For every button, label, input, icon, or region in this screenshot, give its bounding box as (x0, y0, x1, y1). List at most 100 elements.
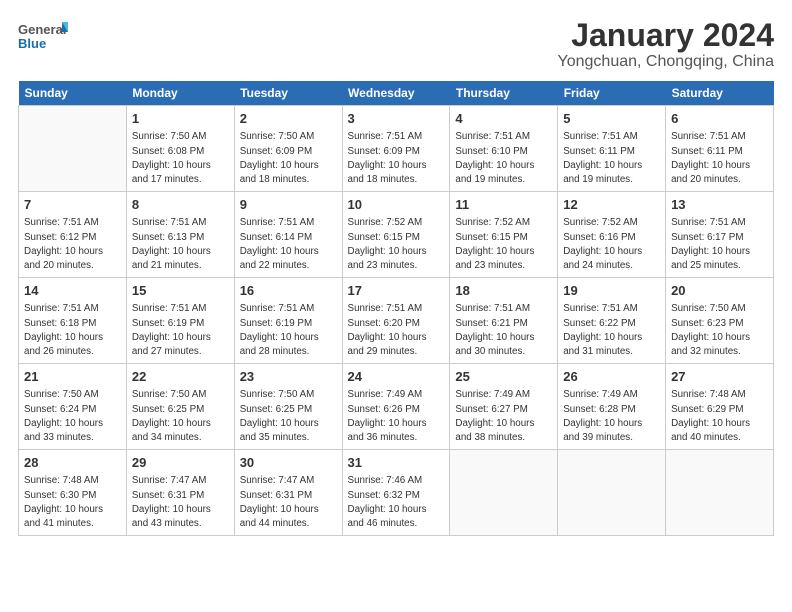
svg-text:General: General (18, 22, 66, 37)
table-row: 15Sunrise: 7:51 AM Sunset: 6:19 PM Dayli… (126, 278, 234, 364)
week-row: 1 Sunrise: 7:50 AM Sunset: 6:08 PM Daylig… (19, 106, 774, 192)
day-info: Sunrise: 7:51 AM Sunset: 6:12 PM Dayligh… (24, 216, 121, 273)
calendar-page: General Blue January 2024 Yongchuan, Cho… (0, 0, 792, 612)
header-row: Sunday Monday Tuesday Wednesday Thursday… (19, 81, 774, 106)
day-number: 24 (348, 368, 445, 386)
day-number: 27 (671, 368, 768, 386)
table-row: 3Sunrise: 7:51 AM Sunset: 6:09 PM Daylig… (342, 106, 450, 192)
day-number: 11 (455, 196, 552, 214)
day-info: Sunrise: 7:50 AM Sunset: 6:24 PM Dayligh… (24, 388, 121, 445)
table-row: 28Sunrise: 7:48 AM Sunset: 6:30 PM Dayli… (19, 450, 127, 536)
day-info: Sunrise: 7:51 AM Sunset: 6:11 PM Dayligh… (563, 130, 660, 187)
table-row: 11Sunrise: 7:52 AM Sunset: 6:15 PM Dayli… (450, 192, 558, 278)
week-row: 14 Sunrise: 7:51 AM Sunset: 6:18 PM Dayli… (19, 278, 774, 364)
day-number: 25 (455, 368, 552, 386)
table-row: 5Sunrise: 7:51 AM Sunset: 6:11 PM Daylig… (558, 106, 666, 192)
col-sunday: Sunday (19, 81, 127, 106)
table-row: 10 Sunrise: 7:52 AM Sunset: 6:15 PM Dayli… (342, 192, 450, 278)
day-info: Sunrise: 7:50 AM Sunset: 6:08 PM Dayligh… (132, 130, 229, 187)
day-info: Sunrise: 7:47 AM Sunset: 6:31 PM Dayligh… (240, 474, 337, 531)
day-number: 20 (671, 282, 768, 300)
day-info: Sunrise: 7:47 AM Sunset: 6:31 PM Dayligh… (132, 474, 229, 531)
day-number: 10 (348, 196, 445, 214)
table-row: 1 Sunrise: 7:50 AM Sunset: 6:08 PM Daylig… (126, 106, 234, 192)
day-number: 21 (24, 368, 121, 386)
table-row: 18 Sunrise: 7:51 AM Sunset: 6:21 PM Dayli… (450, 278, 558, 364)
day-info: Sunrise: 7:52 AM Sunset: 6:16 PM Dayligh… (563, 216, 660, 273)
logo-svg: General Blue (18, 18, 68, 60)
day-info: Sunrise: 7:51 AM Sunset: 6:19 PM Dayligh… (240, 302, 337, 359)
day-info: Sunrise: 7:49 AM Sunset: 6:28 PM Dayligh… (563, 388, 660, 445)
day-info: Sunrise: 7:51 AM Sunset: 6:11 PM Dayligh… (671, 130, 768, 187)
day-number: 7 (24, 196, 121, 214)
table-row: 27 Sunrise: 7:48 AM Sunset: 6:29 PM Dayli… (666, 364, 774, 450)
day-number: 15 (132, 282, 229, 300)
day-number: 17 (348, 282, 445, 300)
week-row: 28Sunrise: 7:48 AM Sunset: 6:30 PM Dayli… (19, 450, 774, 536)
day-info: Sunrise: 7:46 AM Sunset: 6:32 PM Dayligh… (348, 474, 445, 531)
day-info: Sunrise: 7:51 AM Sunset: 6:22 PM Dayligh… (563, 302, 660, 359)
table-row: 8Sunrise: 7:51 AM Sunset: 6:13 PM Daylig… (126, 192, 234, 278)
day-info: Sunrise: 7:50 AM Sunset: 6:25 PM Dayligh… (240, 388, 337, 445)
table-row: 12Sunrise: 7:52 AM Sunset: 6:16 PM Dayli… (558, 192, 666, 278)
day-info: Sunrise: 7:48 AM Sunset: 6:29 PM Dayligh… (671, 388, 768, 445)
day-info: Sunrise: 7:51 AM Sunset: 6:13 PM Dayligh… (132, 216, 229, 273)
table-row: 9 Sunrise: 7:51 AM Sunset: 6:14 PM Daylig… (234, 192, 342, 278)
table-row (666, 450, 774, 536)
table-row: 26 Sunrise: 7:49 AM Sunset: 6:28 PM Dayli… (558, 364, 666, 450)
day-number: 29 (132, 454, 229, 472)
table-row (558, 450, 666, 536)
table-row: 30 Sunrise: 7:47 AM Sunset: 6:31 PM Dayli… (234, 450, 342, 536)
table-row: 19Sunrise: 7:51 AM Sunset: 6:22 PM Dayli… (558, 278, 666, 364)
logo: General Blue (18, 18, 68, 60)
day-number: 26 (563, 368, 660, 386)
table-row: 20 Sunrise: 7:50 AM Sunset: 6:23 PM Dayli… (666, 278, 774, 364)
day-number: 30 (240, 454, 337, 472)
day-number: 4 (455, 110, 552, 128)
table-row: 17 Sunrise: 7:51 AM Sunset: 6:20 PM Dayli… (342, 278, 450, 364)
col-tuesday: Tuesday (234, 81, 342, 106)
day-number: 6 (671, 110, 768, 128)
day-number: 14 (24, 282, 121, 300)
table-row: 4 Sunrise: 7:51 AM Sunset: 6:10 PM Daylig… (450, 106, 558, 192)
table-row: 24Sunrise: 7:49 AM Sunset: 6:26 PM Dayli… (342, 364, 450, 450)
day-info: Sunrise: 7:51 AM Sunset: 6:21 PM Dayligh… (455, 302, 552, 359)
table-row: 16 Sunrise: 7:51 AM Sunset: 6:19 PM Dayli… (234, 278, 342, 364)
table-row (450, 450, 558, 536)
table-row: 25 Sunrise: 7:49 AM Sunset: 6:27 PM Dayli… (450, 364, 558, 450)
table-row: 31 Sunrise: 7:46 AM Sunset: 6:32 PM Dayli… (342, 450, 450, 536)
day-info: Sunrise: 7:51 AM Sunset: 6:14 PM Dayligh… (240, 216, 337, 273)
day-number: 16 (240, 282, 337, 300)
day-info: Sunrise: 7:52 AM Sunset: 6:15 PM Dayligh… (348, 216, 445, 273)
calendar-title: January 2024 (558, 18, 774, 53)
day-info: Sunrise: 7:49 AM Sunset: 6:27 PM Dayligh… (455, 388, 552, 445)
day-number: 22 (132, 368, 229, 386)
day-number: 2 (240, 110, 337, 128)
day-number: 13 (671, 196, 768, 214)
table-row: 29 Sunrise: 7:47 AM Sunset: 6:31 PM Dayli… (126, 450, 234, 536)
day-number: 23 (240, 368, 337, 386)
calendar-subtitle: Yongchuan, Chongqing, China (558, 53, 774, 71)
day-info: Sunrise: 7:51 AM Sunset: 6:17 PM Dayligh… (671, 216, 768, 273)
day-number: 1 (132, 110, 229, 128)
week-row: 21 Sunrise: 7:50 AM Sunset: 6:24 PM Dayli… (19, 364, 774, 450)
title-section: January 2024 Yongchuan, Chongqing, China (558, 18, 774, 71)
table-row: 7 Sunrise: 7:51 AM Sunset: 6:12 PM Daylig… (19, 192, 127, 278)
col-wednesday: Wednesday (342, 81, 450, 106)
day-number: 9 (240, 196, 337, 214)
day-info: Sunrise: 7:51 AM Sunset: 6:18 PM Dayligh… (24, 302, 121, 359)
day-info: Sunrise: 7:51 AM Sunset: 6:20 PM Dayligh… (348, 302, 445, 359)
day-number: 31 (348, 454, 445, 472)
table-row: 13 Sunrise: 7:51 AM Sunset: 6:17 PM Dayli… (666, 192, 774, 278)
day-info: Sunrise: 7:51 AM Sunset: 6:10 PM Dayligh… (455, 130, 552, 187)
day-number: 18 (455, 282, 552, 300)
table-row: 21 Sunrise: 7:50 AM Sunset: 6:24 PM Dayli… (19, 364, 127, 450)
col-saturday: Saturday (666, 81, 774, 106)
table-row: 23 Sunrise: 7:50 AM Sunset: 6:25 PM Dayli… (234, 364, 342, 450)
col-friday: Friday (558, 81, 666, 106)
day-number: 28 (24, 454, 121, 472)
table-row (19, 106, 127, 192)
day-info: Sunrise: 7:51 AM Sunset: 6:09 PM Dayligh… (348, 130, 445, 187)
col-monday: Monday (126, 81, 234, 106)
day-info: Sunrise: 7:50 AM Sunset: 6:23 PM Dayligh… (671, 302, 768, 359)
